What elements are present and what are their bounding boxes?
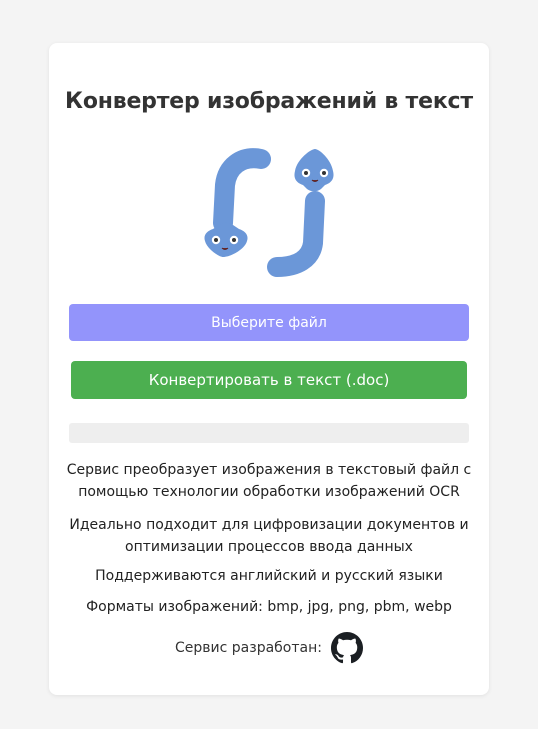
convert-to-text-button[interactable]: Конвертировать в текст (.doc) (71, 361, 467, 399)
description-languages: Поддерживаются английский и русский язык… (95, 568, 443, 584)
page-title: Конвертер изображений в текст (65, 89, 473, 114)
converter-card: Конвертер изображений в текст Выберите ф… (49, 43, 489, 695)
progress-bar (69, 423, 469, 443)
converter-logo-icon (204, 148, 334, 277)
developer-label: Сервис разработан: (175, 640, 322, 656)
github-icon[interactable] (330, 632, 363, 664)
select-file-button[interactable]: Выберите файл (69, 304, 469, 341)
description-ocr: Сервис преобразует изображения в текстов… (66, 462, 472, 500)
description-formats: Форматы изображений: bmp, jpg, png, pbm,… (86, 599, 452, 615)
developer-footer: Сервис разработан: (49, 631, 489, 665)
description-digitization: Идеально подходит для цифровизации докум… (69, 517, 469, 555)
